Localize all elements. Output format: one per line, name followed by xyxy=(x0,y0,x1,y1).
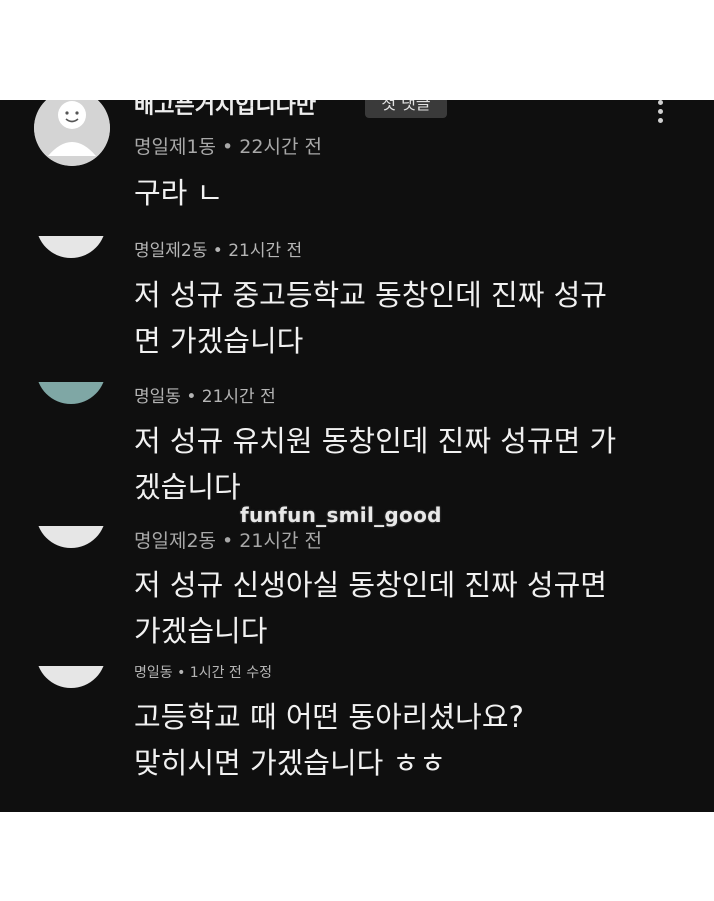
comment-meta: 명일동 • 21시간 전 xyxy=(134,387,276,407)
comment-meta: 명일제2동 • 21시간 전 xyxy=(134,241,303,261)
comment-meta: 명일제2동 • 21시간 전 xyxy=(134,530,322,552)
first-comment-badge: 첫 댓글 xyxy=(365,100,447,118)
default-avatar-icon[interactable] xyxy=(36,526,106,548)
comment-text: 구라 ㄴ xyxy=(134,170,694,216)
comment-list: 배고픈거지입니다만 첫 댓글 명일제1동 • 22시간 전 구라 ㄴ 명일제2동… xyxy=(0,100,714,812)
comment-line: 면 가겠습니다 xyxy=(134,324,304,358)
default-avatar-icon[interactable] xyxy=(34,100,110,166)
more-vertical-icon[interactable] xyxy=(652,100,668,124)
comment-meta: 명일제1동 • 22시간 전 xyxy=(134,136,322,158)
comment-line: 고등학교 때 어떤 동아리셨나요? xyxy=(134,700,524,734)
profile-photo-avatar[interactable] xyxy=(36,382,106,404)
comment-line: 가겠습니다 xyxy=(134,614,268,648)
comment-text: 저 성규 중고등학교 동창인데 진짜 성규 면 가겠습니다 xyxy=(134,272,694,364)
comment-author[interactable]: 배고픈거지입니다만 xyxy=(134,100,316,120)
comment-line: 구라 ㄴ xyxy=(134,176,224,210)
comment-line: 저 성규 중고등학교 동창인데 진짜 성규 xyxy=(134,278,607,312)
comment-line: 저 성규 신생아실 동창인데 진짜 성규면 xyxy=(134,568,607,602)
comment-text: 저 성규 유치원 동창인데 진짜 성규면 가 겠습니다 xyxy=(134,418,694,510)
comment-text: 저 성규 신생아실 동창인데 진짜 성규면 가겠습니다 xyxy=(134,562,694,654)
comment-line: 저 성규 유치원 동창인데 진짜 성규면 가 xyxy=(134,424,617,458)
watermark-text: funfun_smil_good xyxy=(240,503,442,527)
default-avatar-icon[interactable] xyxy=(36,666,106,688)
default-avatar-icon[interactable] xyxy=(36,236,106,258)
comment-meta: 명일동 • 1시간 전 수정 xyxy=(134,665,273,681)
comment-text: 고등학교 때 어떤 동아리셨나요? 맞히시면 가겠습니다 ㅎㅎ xyxy=(134,694,694,786)
comment-line: 맞히시면 가겠습니다 ㅎㅎ xyxy=(134,746,446,780)
